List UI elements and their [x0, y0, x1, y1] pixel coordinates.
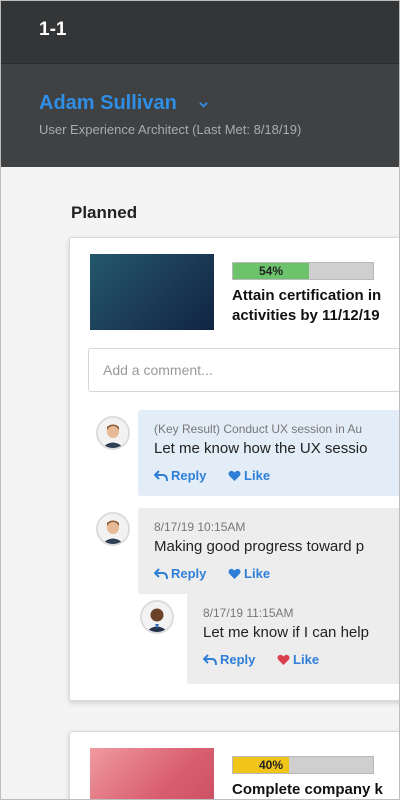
employee-name-dropdown[interactable]: Adam Sullivan [39, 92, 177, 115]
comment-bubble: 8/17/19 10:15AM Making good progress tow… [138, 508, 399, 594]
avatar [96, 512, 130, 546]
goal-title-line1: Attain certification in [232, 287, 382, 304]
reply-label: Reply [171, 566, 207, 581]
employee-subtitle: User Experience Architect (Last Met: 8/1… [39, 122, 302, 137]
section-title: Planned [71, 203, 138, 222]
reply-label: Reply [220, 652, 256, 667]
comment-bubble: (Key Result) Conduct UX session in Au Le… [138, 410, 399, 496]
like-button[interactable]: Like [228, 468, 270, 483]
person-avatar-icon [142, 602, 172, 632]
profile-header: Adam Sullivan User Experience Architect … [1, 63, 399, 168]
goal-title-line2: activities by 11/12/19 [232, 307, 380, 324]
goal-title[interactable]: Complete company k [232, 780, 399, 799]
person-avatar-icon [98, 514, 128, 544]
comment-text: Making good progress toward p [154, 538, 365, 555]
comment-meta: 8/17/19 10:15AM [154, 520, 246, 534]
avatar [96, 416, 130, 450]
reply-button[interactable]: Reply [154, 468, 206, 483]
reply-button[interactable]: Reply [154, 566, 206, 581]
heart-icon [228, 568, 241, 579]
reply-button[interactable]: Reply [203, 652, 255, 667]
progress-label: 54% [258, 264, 284, 278]
like-button[interactable]: Like [277, 652, 319, 667]
goal-card: 40% Complete company k [69, 731, 399, 799]
like-button[interactable]: Like [228, 566, 270, 581]
comment-text: Let me know if I can help [203, 624, 369, 641]
heart-icon [277, 654, 290, 665]
goal-progress-bar: 54% [232, 262, 374, 280]
like-label: Like [293, 652, 320, 667]
comment-text: Let me know how the UX sessio [154, 440, 368, 457]
reply-icon [154, 567, 168, 579]
goal-card: 54% Attain certification in activities b… [69, 237, 399, 701]
page-title: 1-1 [39, 19, 67, 40]
comment-actions: Reply Like [154, 468, 288, 485]
main-content: Planned 54% Attain certification in acti… [1, 167, 399, 799]
comment-meta: 8/17/19 11:15AM [203, 606, 294, 620]
comment-input[interactable] [88, 348, 399, 392]
person-avatar-icon [98, 418, 128, 448]
goal-progress-bar: 40% [232, 756, 374, 774]
comment-actions: Reply Like [154, 566, 288, 583]
chevron-down-icon[interactable] [199, 100, 208, 109]
goal-title[interactable]: Attain certification in activities by 11… [232, 286, 399, 326]
heart-icon [228, 470, 241, 481]
top-bar: 1-1 [1, 1, 399, 63]
like-label: Like [244, 468, 271, 483]
progress-label: 40% [258, 758, 284, 772]
goal-title-line1: Complete company k [232, 781, 383, 798]
app-frame: 1-1 Adam Sullivan User Experience Archit… [0, 0, 400, 800]
goal-thumbnail [90, 748, 214, 799]
like-label: Like [244, 566, 271, 581]
reply-icon [154, 469, 168, 481]
goal-thumbnail [90, 254, 214, 330]
reply-icon [203, 653, 217, 665]
reply-bubble: 8/17/19 11:15AM Let me know if I can hel… [186, 594, 399, 684]
avatar [140, 600, 174, 634]
comment-actions: Reply Like [203, 652, 337, 669]
comment-meta: (Key Result) Conduct UX session in Au [154, 422, 363, 436]
reply-label: Reply [171, 468, 207, 483]
